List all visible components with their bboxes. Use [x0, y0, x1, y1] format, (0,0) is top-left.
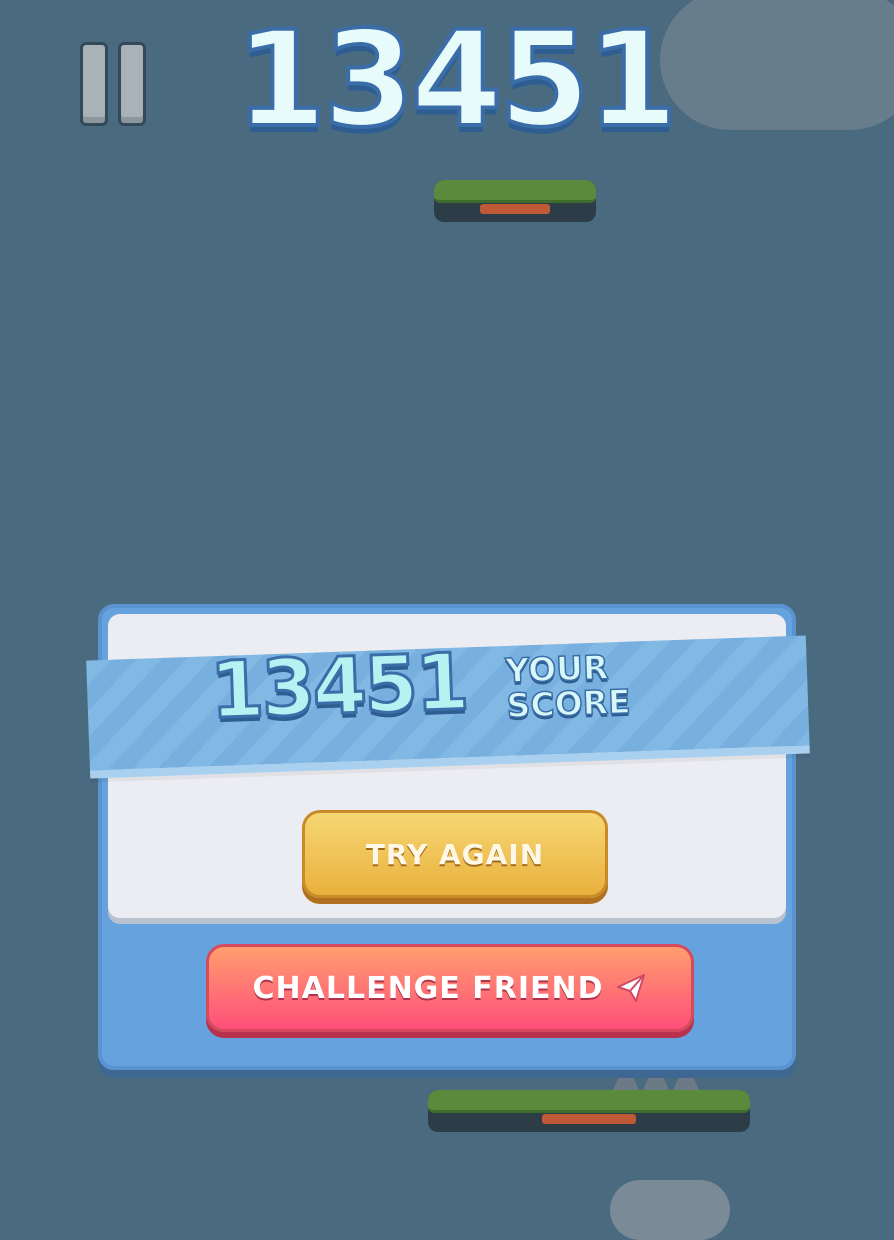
challenge-friend-button[interactable]: CHALLENGE FRIEND	[206, 944, 694, 1032]
your-score-label: YOUR SCORE	[504, 647, 632, 726]
send-icon	[614, 971, 648, 1005]
platform-spring	[542, 1114, 636, 1124]
platform	[434, 180, 596, 222]
pause-button[interactable]	[80, 42, 150, 128]
platform-grass	[428, 1090, 750, 1113]
current-score: 13451	[233, 3, 680, 157]
platform-grass	[434, 180, 596, 203]
cloud-decoration	[610, 1180, 730, 1240]
pause-icon	[80, 42, 108, 126]
platform-spring	[480, 204, 550, 214]
challenge-friend-label: CHALLENGE FRIEND	[252, 970, 604, 1006]
game-over-panel: TRY AGAIN 13451 YOUR SCORE CHALLENGE FRI…	[86, 604, 810, 1070]
final-score: 13451	[207, 636, 469, 738]
platform	[428, 1090, 750, 1132]
try-again-button[interactable]: TRY AGAIN	[302, 810, 608, 898]
your-score-label-line2: SCORE	[505, 681, 632, 726]
pause-icon	[118, 42, 146, 126]
cloud-decoration	[660, 0, 894, 130]
